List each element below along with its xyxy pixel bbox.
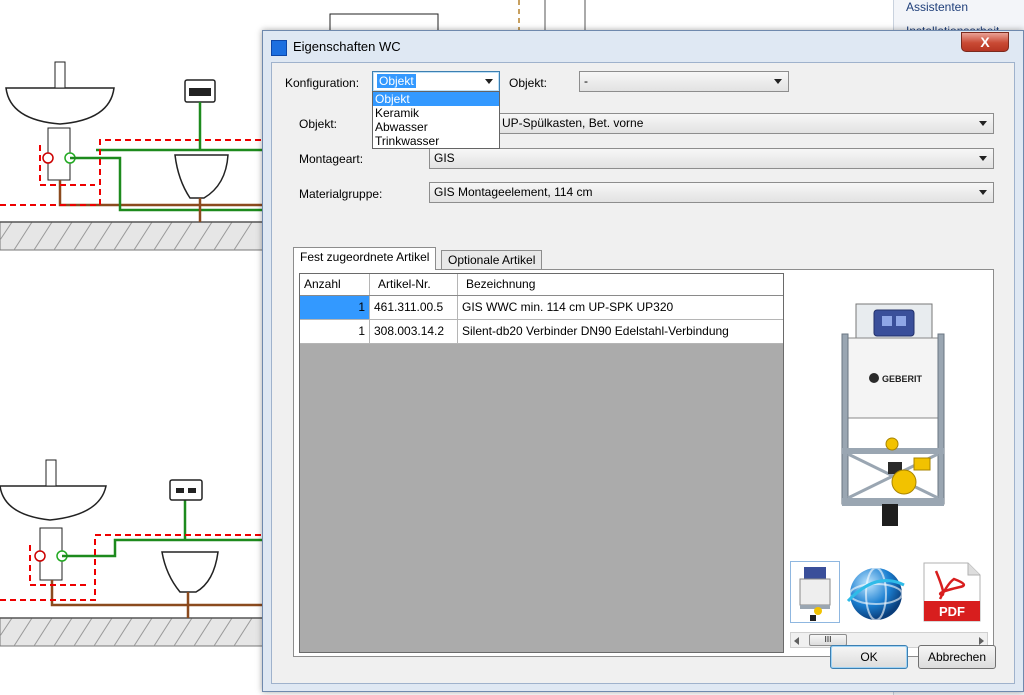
chevron-down-icon <box>979 121 987 126</box>
column-header-bezeichnung[interactable]: Bezeichnung <box>458 274 783 295</box>
objekt-top-select[interactable]: - <box>579 71 789 92</box>
chevron-down-icon <box>979 156 987 161</box>
cell-anzahl[interactable]: 1 <box>300 296 370 319</box>
konfiguration-value: Objekt <box>377 74 416 88</box>
articles-table: Anzahl Artikel-Nr. Bezeichnung 1 461.311… <box>299 273 784 653</box>
materialgruppe-label: Materialgruppe: <box>299 187 383 201</box>
column-header-anzahl[interactable]: Anzahl <box>300 274 370 295</box>
objekt-top-label: Objekt: <box>509 76 548 90</box>
cancel-button[interactable]: Abbrechen <box>918 645 996 669</box>
cell-bezeichnung[interactable]: Silent-db20 Verbinder DN90 Edelstahl-Ver… <box>458 320 783 343</box>
table-header: Anzahl Artikel-Nr. Bezeichnung <box>300 274 783 296</box>
cell-artikel-nr[interactable]: 308.003.14.2 <box>370 320 458 343</box>
objekt-label: Objekt: <box>299 117 338 131</box>
materialgruppe-select[interactable]: GIS Montageelement, 114 cm <box>429 182 994 203</box>
dropdown-option-objekt[interactable]: Objekt <box>373 92 499 106</box>
pdf-icon[interactable]: PDF <box>920 561 984 623</box>
scroll-right-icon[interactable] <box>979 637 984 645</box>
table-row[interactable]: 1 308.003.14.2 Silent-db20 Verbinder DN9… <box>300 320 783 344</box>
montageart-select[interactable]: GIS <box>429 148 994 169</box>
dialog-title: Eigenschaften WC <box>293 39 401 54</box>
dropdown-option-abwasser[interactable]: Abwasser <box>373 120 499 134</box>
chevron-down-icon <box>979 190 987 195</box>
ok-button[interactable]: OK <box>830 645 908 669</box>
cell-bezeichnung[interactable]: GIS WWC min. 114 cm UP-SPK UP320 <box>458 296 783 319</box>
window-icon <box>271 40 287 56</box>
objekt-top-value: - <box>584 74 588 88</box>
product-thumbnail[interactable] <box>790 561 840 623</box>
dialog-titlebar[interactable]: Eigenschaften WC X <box>263 31 1023 61</box>
cell-artikel-nr[interactable]: 461.311.00.5 <box>370 296 458 319</box>
dropdown-option-trinkwasser[interactable]: Trinkwasser <box>373 134 499 148</box>
properties-dialog: Eigenschaften WC X Konfiguration: Objekt… <box>262 30 1024 692</box>
chevron-down-icon <box>485 79 493 84</box>
tab-fest-zugeordnete-artikel[interactable]: Fest zugeordnete Artikel <box>293 247 437 270</box>
product-image: GEBERIT <box>841 303 945 526</box>
montageart-label: Montageart: <box>299 152 364 166</box>
montageart-value: GIS <box>434 151 455 165</box>
dialog-client: Konfiguration: Objekt Objekt: - Objekt K… <box>271 62 1015 684</box>
close-button[interactable]: X <box>961 32 1009 52</box>
table-row[interactable]: 1 461.311.00.5 GIS WWC min. 114 cm UP-SP… <box>300 296 783 320</box>
dropdown-option-keramik[interactable]: Keramik <box>373 106 499 120</box>
materialgruppe-value: GIS Montageelement, 114 cm <box>434 185 593 199</box>
objekt-select[interactable]: UP-Spülkasten, Bet. vorne <box>429 113 994 134</box>
column-header-artikel-nr[interactable]: Artikel-Nr. <box>370 274 458 295</box>
scroll-left-icon[interactable] <box>794 637 799 645</box>
pdf-label: PDF <box>939 604 965 619</box>
konfiguration-dropdown: Objekt Keramik Abwasser Trinkwasser <box>372 91 500 149</box>
objekt-value: UP-Spülkasten, Bet. vorne <box>502 116 644 130</box>
tab-optionale-artikel[interactable]: Optionale Artikel <box>441 250 543 270</box>
konfiguration-label: Konfiguration: <box>285 76 360 90</box>
konfiguration-select[interactable]: Objekt <box>372 71 500 92</box>
chevron-down-icon <box>774 79 782 84</box>
panel-item-assistenten[interactable]: Assistenten <box>906 0 968 14</box>
cell-anzahl[interactable]: 1 <box>300 320 370 343</box>
close-icon: X <box>980 34 990 50</box>
globe-icon[interactable] <box>846 565 906 623</box>
tab-panel: Anzahl Artikel-Nr. Bezeichnung 1 461.311… <box>293 269 994 657</box>
product-brand: GEBERIT <box>882 374 923 384</box>
